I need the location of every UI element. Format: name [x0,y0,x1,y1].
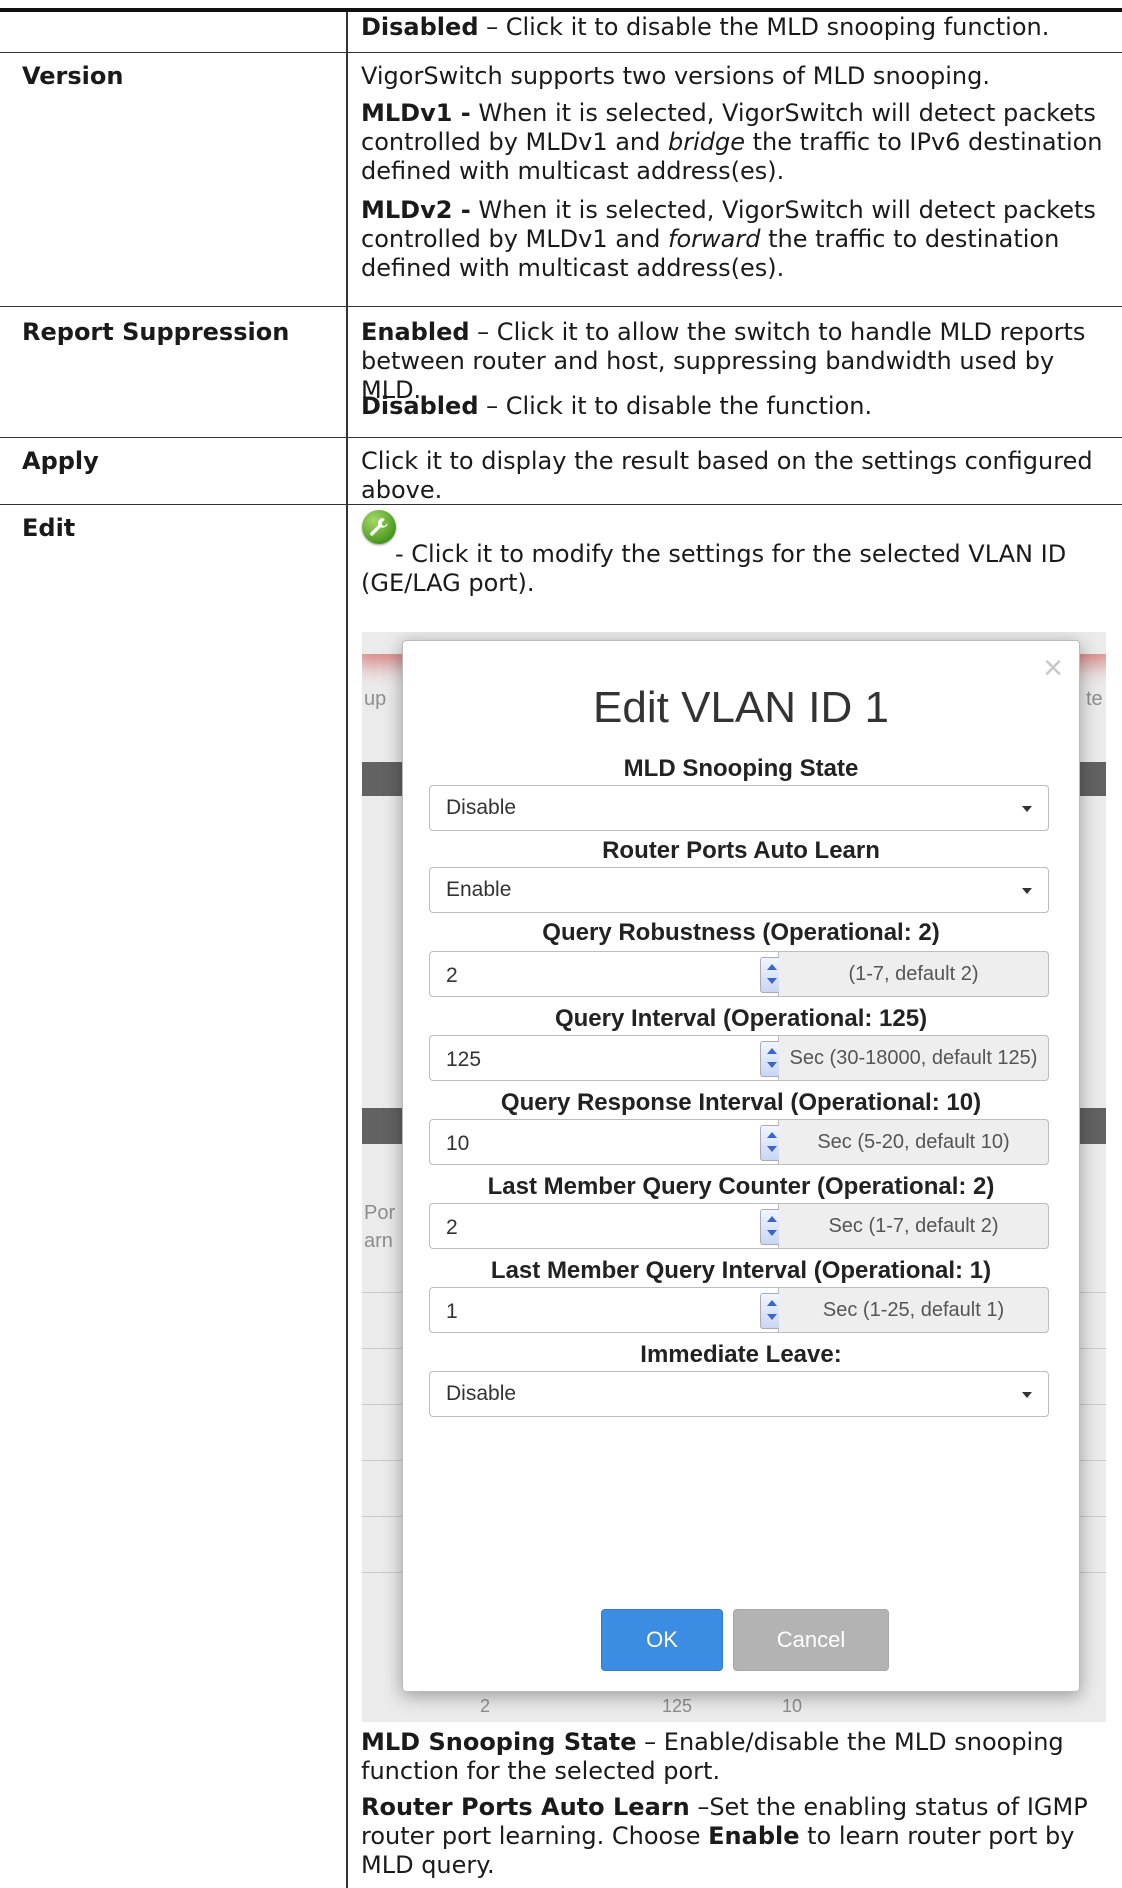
table-column-divider [346,12,348,1888]
edit-icon-description: - Click it to modify the settings for th… [361,540,1067,597]
chevron-down-icon [1022,806,1032,812]
last-member-query-counter-input[interactable]: 2 [429,1203,784,1249]
chevron-down-icon [1022,888,1032,894]
row-divider [0,437,1122,438]
row-label-apply: Apply [22,447,99,475]
apply-description: Click it to display the result based on … [361,447,1093,504]
immediate-leave-select[interactable]: Disable [429,1371,1049,1417]
last-member-query-counter-hint: Sec (1-7, default 2) [779,1203,1049,1249]
disabled-description: Disabled – Click it to disable the MLD s… [361,13,1050,41]
report-disabled-description: Disabled – Click it to disable the funct… [361,392,873,420]
row-label-report-suppression: Report Suppression [22,318,290,346]
mldv1-description: MLDv1 - When it is selected, VigorSwitch… [361,99,1103,185]
query-robustness-input[interactable]: 2 [429,951,784,997]
row-label-version: Version [22,62,124,90]
last-member-query-interval-hint: Sec (1-25, default 1) [779,1287,1049,1333]
snooping-state-select[interactable]: Disable [429,785,1049,831]
last-member-query-interval-label: Last Member Query Interval (Operational:… [490,1257,992,1284]
snooping-state-label: MLD Snooping State [623,755,859,782]
chevron-down-icon [1022,1392,1032,1398]
wrench-icon [362,510,396,544]
ok-button[interactable]: OK [601,1609,723,1671]
last-member-query-interval-input[interactable]: 1 [429,1287,784,1333]
row-divider [0,52,1122,53]
edit-vlan-modal: × Edit VLAN ID 1 MLD Snooping State Disa… [402,640,1080,1692]
query-interval-input[interactable]: 125 [429,1035,784,1081]
row-label-edit: Edit [22,514,76,542]
query-robustness-hint: (1-7, default 2) [779,951,1049,997]
query-interval-hint: Sec (30-18000, default 125) [779,1035,1049,1081]
query-robustness-label: Query Robustness (Operational: 2) [542,919,940,946]
router-ports-auto-learn-label: Router Ports Auto Learn [602,837,880,864]
immediate-leave-label: Immediate Leave: [640,1341,842,1368]
query-response-interval-hint: Sec (5-20, default 10) [779,1119,1049,1165]
router-ports-auto-learn-select[interactable]: Enable [429,867,1049,913]
router-ports-description: Router Ports Auto Learn –Set the enablin… [361,1793,1088,1879]
last-member-query-counter-label: Last Member Query Counter (Operational: … [487,1173,995,1200]
mldv2-description: MLDv2 - When it is selected, VigorSwitch… [361,196,1096,282]
query-interval-label: Query Interval (Operational: 125) [554,1005,928,1032]
version-intro: VigorSwitch supports two versions of MLD… [361,62,990,90]
snooping-state-description: MLD Snooping State – Enable/disable the … [361,1728,1064,1785]
row-divider [0,306,1122,307]
edit-dialog-screenshot: up te Por arn 2 125 10 × Edit VLAN ID 1 … [362,632,1106,1722]
modal-title: Edit VLAN ID 1 [593,683,889,732]
cancel-button[interactable]: Cancel [733,1609,889,1671]
query-response-interval-input[interactable]: 10 [429,1119,784,1165]
query-response-interval-label: Query Response Interval (Operational: 10… [500,1089,982,1116]
table-top-rule [0,8,1122,12]
